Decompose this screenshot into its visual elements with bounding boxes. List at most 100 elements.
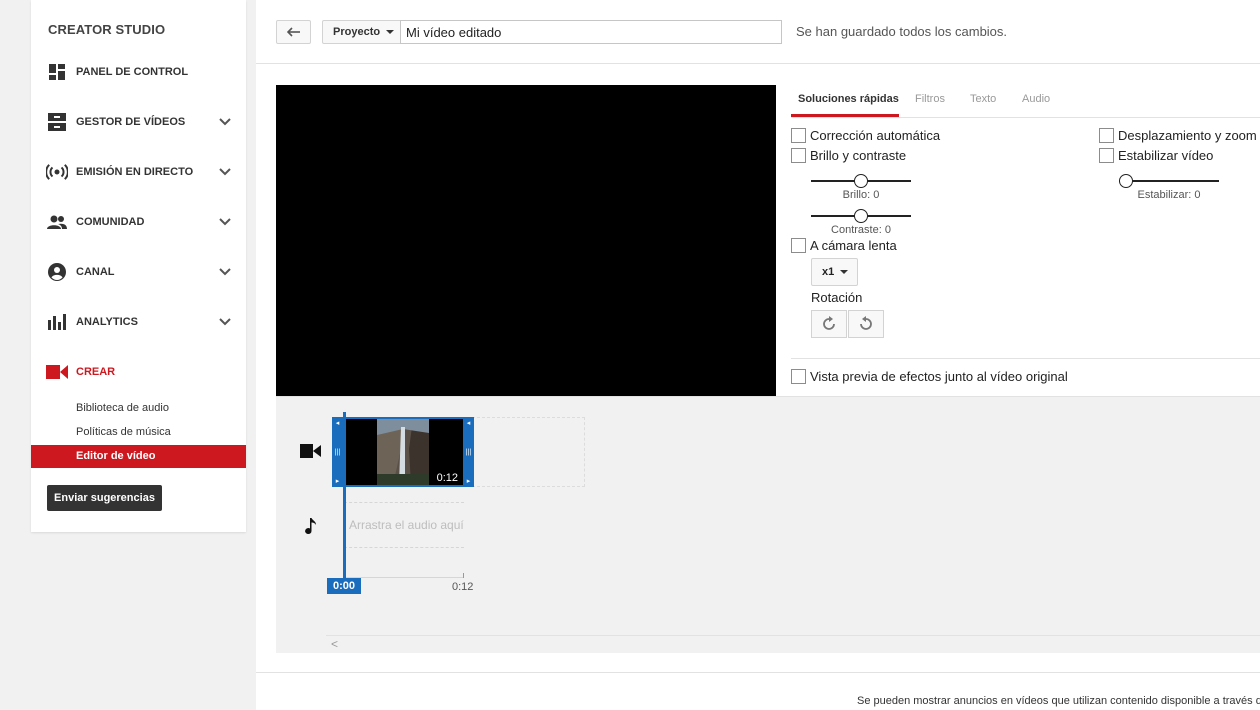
checkbox-label: Estabilizar vídeo (1118, 148, 1214, 163)
subnav-music-policies[interactable]: Políticas de música (31, 421, 246, 444)
checkbox-label: Corrección automática (810, 128, 941, 143)
speed-select[interactable]: x1 (811, 258, 858, 286)
chevron-down-icon[interactable] (218, 115, 232, 129)
video-manager-icon (46, 112, 68, 132)
contrast-slider[interactable] (811, 209, 911, 223)
music-note-icon (305, 518, 316, 535)
caret-down-icon (386, 30, 395, 34)
slider-track (1119, 180, 1219, 182)
clip-trim-end-handle[interactable]: ◂ ||| ▸ (463, 417, 474, 487)
video-clip[interactable]: ◂ ||| ▸ ◂ ||| ▸ 0:12 (332, 417, 474, 487)
slow-motion-checkbox[interactable]: A cámara lenta (791, 238, 897, 253)
timeline-ruler (344, 577, 464, 578)
editor-main: Proyecto Se han guardado todos los cambi… (256, 0, 1260, 710)
footer-ads-note: Se pueden mostrar anuncios en vídeos que… (857, 695, 1260, 707)
subnav-video-editor[interactable]: Editor de vídeo (31, 445, 246, 468)
video-preview[interactable] (276, 85, 776, 396)
nav-item-create[interactable]: CREAR (31, 357, 246, 387)
checkbox-box[interactable] (791, 148, 806, 163)
chevron-down-icon[interactable] (218, 315, 232, 329)
ruler-end-tick (463, 573, 464, 578)
timeline-scrollbar[interactable]: < (326, 635, 1260, 651)
stabilize-checkbox[interactable]: Estabilizar vídeo (1099, 148, 1213, 163)
checkbox-label: Vista previa de efectos junto al vídeo o… (810, 369, 1068, 384)
save-status: Se han guardado todos los cambios. (796, 24, 1008, 39)
active-tab-indicator (791, 114, 899, 117)
nav-item-label: GESTOR DE VÍDEOS (76, 116, 186, 128)
footer-divider (256, 672, 1260, 673)
caret-down-icon (840, 270, 849, 274)
checkbox-box[interactable] (791, 128, 806, 143)
audio-drop-zone[interactable]: Arrastra el audio aquí (344, 502, 464, 548)
back-button[interactable] (276, 20, 311, 44)
scroll-left-icon[interactable]: < (331, 637, 338, 651)
project-label: Proyecto (333, 26, 381, 38)
effects-tabs: Soluciones rápidas Filtros Texto Audio (791, 85, 1260, 118)
video-track-icon (300, 444, 321, 458)
project-menu-button[interactable]: Proyecto (322, 20, 401, 44)
chevron-down-icon[interactable] (218, 165, 232, 179)
nav-item-analytics[interactable]: ANALYTICS (31, 307, 246, 337)
people-icon (46, 212, 68, 232)
checkbox-box[interactable] (791, 369, 806, 384)
checkbox-label: Desplazamiento y zoom (1118, 128, 1257, 143)
subnav-audio-library[interactable]: Biblioteca de audio (31, 397, 246, 420)
brightness-slider[interactable] (811, 174, 911, 188)
tab-quick-fixes[interactable]: Soluciones rápidas (798, 93, 899, 105)
project-title-input[interactable] (400, 20, 782, 44)
nav-item-video-manager[interactable]: GESTOR DE VÍDEOS (31, 107, 246, 137)
editor-topbar: Proyecto Se han guardado todos los cambi… (256, 0, 1260, 64)
preview-effects-checkbox[interactable]: Vista previa de efectos junto al vídeo o… (791, 369, 1068, 384)
sidebar: CREATOR STUDIO PANEL DE CONTROL GESTOR D… (31, 0, 246, 532)
clip-duration: 0:12 (436, 472, 458, 484)
brightness-value-label: Brillo: 0 (842, 189, 880, 201)
chevron-down-icon[interactable] (218, 215, 232, 229)
clip-trim-start-handle[interactable]: ◂ ||| ▸ (332, 417, 343, 487)
live-broadcast-icon (46, 162, 68, 182)
dashboard-icon (46, 62, 68, 82)
current-time-badge[interactable]: 0:00 (327, 578, 361, 594)
rotate-left-icon (860, 316, 872, 330)
nav-item-dashboard[interactable]: PANEL DE CONTROL (31, 57, 246, 87)
tab-filters[interactable]: Filtros (915, 93, 945, 105)
nav-item-label: CREAR (76, 366, 116, 378)
auto-correct-checkbox[interactable]: Corrección automática (791, 128, 940, 143)
send-feedback-button[interactable]: Enviar sugerencias (47, 485, 162, 511)
brand-title: CREATOR STUDIO (48, 22, 166, 37)
tab-text[interactable]: Texto (970, 93, 996, 105)
checkbox-label: Brillo y contraste (810, 148, 907, 163)
timeline: ◂ ||| ▸ ◂ ||| ▸ 0:12 Arrastra el audio aquí … (276, 396, 1260, 653)
slider-knob[interactable] (854, 209, 868, 223)
playhead[interactable] (343, 412, 346, 582)
nav-item-label: EMISIÓN EN DIRECTO (76, 166, 194, 178)
slider-knob[interactable] (854, 174, 868, 188)
nav-item-channel[interactable]: CANAL (31, 257, 246, 287)
nav-item-label: PANEL DE CONTROL (76, 66, 189, 78)
end-time-label: 0:12 (452, 581, 474, 593)
nav-item-community[interactable]: COMUNIDAD (31, 207, 246, 237)
chevron-down-icon[interactable] (218, 265, 232, 279)
rotate-right-icon (823, 316, 835, 330)
nav-item-label: CANAL (76, 266, 115, 278)
rotate-left-button[interactable] (848, 310, 884, 338)
nav-item-label: COMUNIDAD (76, 216, 145, 228)
brightness-contrast-checkbox[interactable]: Brillo y contraste (791, 148, 906, 163)
checkbox-label: A cámara lenta (810, 238, 897, 253)
speed-value: x1 (822, 266, 835, 278)
nav-item-live-streaming[interactable]: EMISIÓN EN DIRECTO (31, 157, 246, 187)
rotation-label: Rotación (811, 290, 863, 305)
checkbox-box[interactable] (1099, 128, 1114, 143)
stabilize-value-label: Estabilizar: 0 (1137, 189, 1201, 201)
checkbox-box[interactable] (1099, 148, 1114, 163)
slider-knob[interactable] (1119, 174, 1133, 188)
pan-zoom-checkbox[interactable]: Desplazamiento y zoom (1099, 128, 1257, 143)
checkbox-box[interactable] (791, 238, 806, 253)
nav-item-label: ANALYTICS (76, 316, 138, 328)
rotate-right-button[interactable] (811, 310, 847, 338)
account-circle-icon (46, 262, 68, 282)
tab-audio[interactable]: Audio (1022, 93, 1050, 105)
section-divider (791, 358, 1260, 359)
back-arrow-icon (286, 27, 300, 37)
stabilize-slider[interactable] (1119, 174, 1219, 188)
video-camera-icon (46, 362, 68, 382)
